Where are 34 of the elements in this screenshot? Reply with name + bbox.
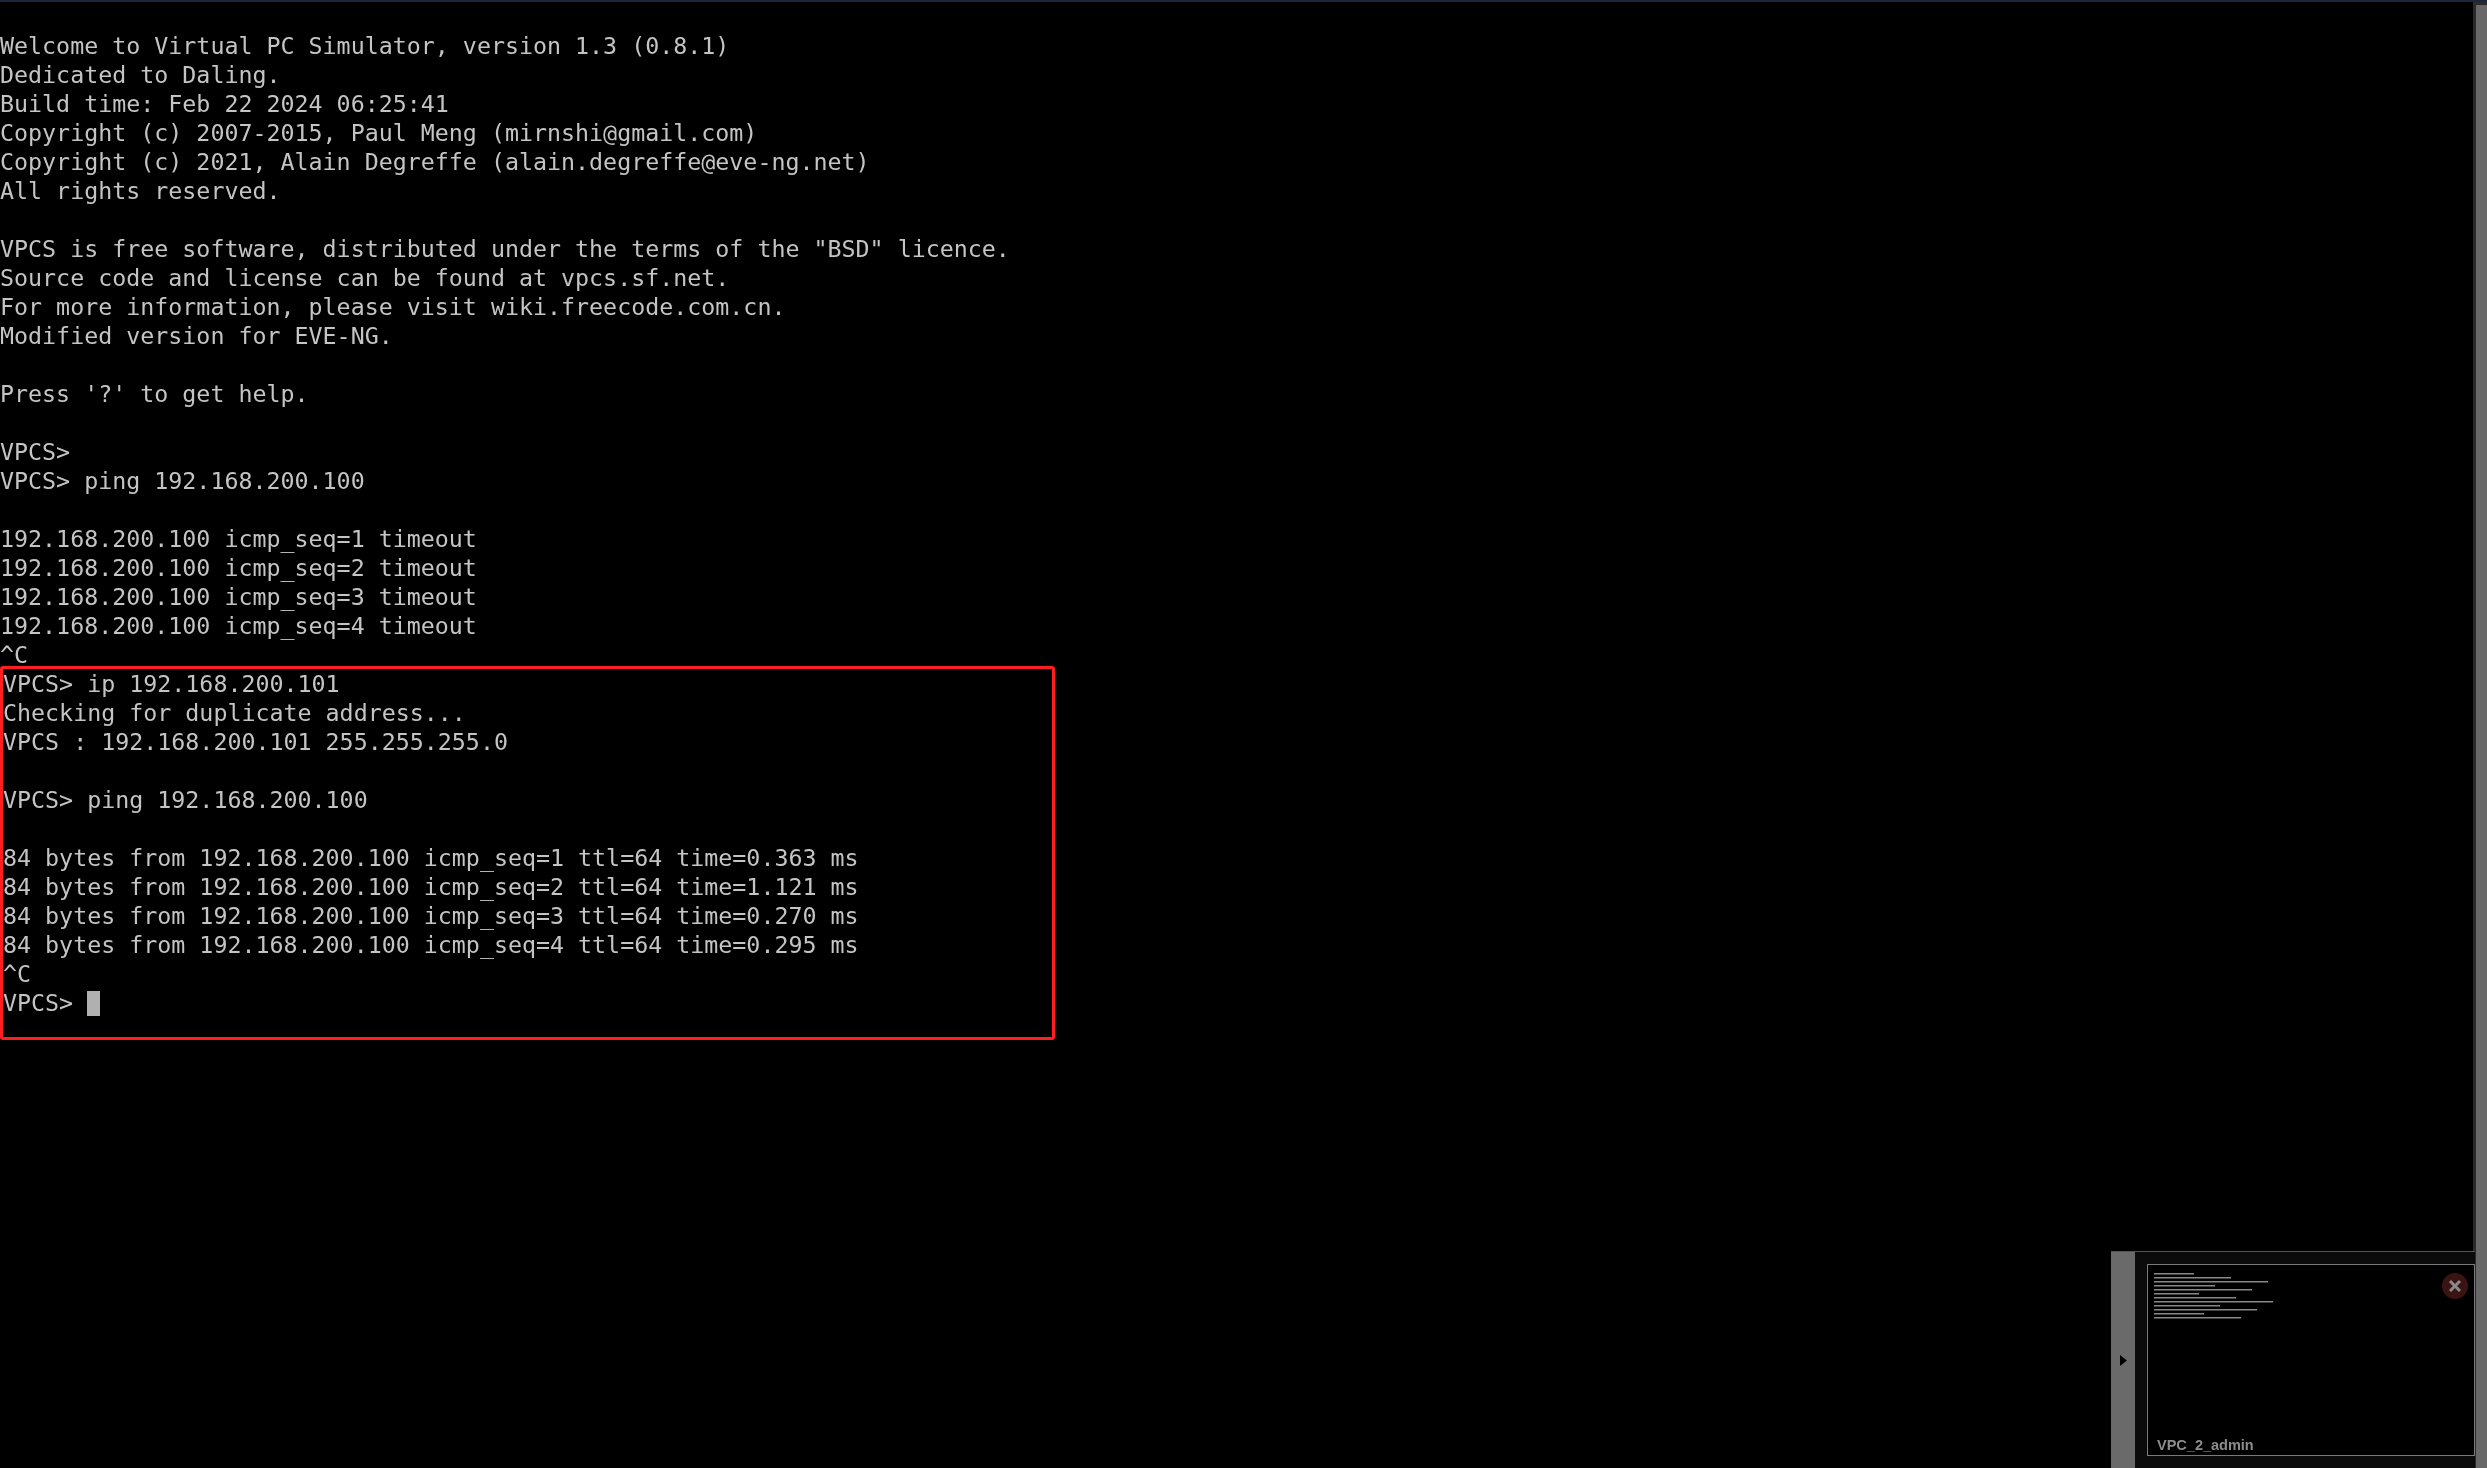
panel-toggle[interactable] xyxy=(2111,1252,2135,1468)
terminal-line: ^C xyxy=(0,640,30,669)
terminal-line: VPCS> xyxy=(3,989,75,1016)
terminal-line: 84 bytes from 192.168.200.100 icmp_seq=2 ttl=64 time=1.121 ms xyxy=(3,872,860,901)
terminal-line: VPCS> ip 192.168.200.101 xyxy=(3,669,341,698)
terminal-line: Welcome to Virtual PC Simulator, version 1.3 (0.8.1) xyxy=(0,31,731,60)
terminal-line: 192.168.200.100 icmp_seq=1 timeout xyxy=(0,524,478,553)
terminal-line: Source code and license can be found at vpcs.sf.net. xyxy=(0,263,731,292)
terminal-line: VPCS> xyxy=(0,437,72,466)
scrollbar[interactable] xyxy=(2473,2,2487,1468)
terminal-line: 192.168.200.100 icmp_seq=2 timeout xyxy=(0,553,478,582)
terminal-line: All rights reserved. xyxy=(0,176,282,205)
terminal-line: 84 bytes from 192.168.200.100 icmp_seq=1 ttl=64 time=0.363 ms xyxy=(3,843,860,872)
terminal-line: Copyright (c) 2007-2015, Paul Meng (mirnshi@gmail.com) xyxy=(0,118,759,147)
terminal-line: 84 bytes from 192.168.200.100 icmp_seq=3 ttl=64 time=0.270 ms xyxy=(3,901,860,930)
terminal-line: VPCS> ping 192.168.200.100 xyxy=(3,785,369,814)
terminal-line: Copyright (c) 2021, Alain Degreffe (alain.degreffe@eve-ng.net) xyxy=(0,147,871,176)
terminal-line: ^C xyxy=(3,959,33,988)
terminal-line: 192.168.200.100 icmp_seq=4 timeout xyxy=(0,611,478,640)
terminal-line: Modified version for EVE-NG. xyxy=(0,321,394,350)
terminal-line: VPCS is free software, distributed under the terms of the "BSD" licence. xyxy=(0,234,1011,263)
terminal-line: Build time: Feb 22 2024 06:25:41 xyxy=(0,89,450,118)
thumbnail-label: VPC_2_admin xyxy=(2157,1437,2254,1453)
terminal-line: 192.168.200.100 icmp_seq=3 timeout xyxy=(0,582,478,611)
terminal-line: VPCS> ping 192.168.200.100 xyxy=(0,466,366,495)
terminal-line: For more information, please visit wiki.freecode.com.cn. xyxy=(0,292,787,321)
terminal-line: Checking for duplicate address... xyxy=(3,698,467,727)
window-thumbnail[interactable]: VPC_2_admin xyxy=(2147,1264,2475,1456)
terminal-line: 84 bytes from 192.168.200.100 icmp_seq=4 ttl=64 time=0.295 ms xyxy=(3,930,860,959)
triangle-right-icon xyxy=(2119,1354,2127,1366)
terminal-line: VPCS : 192.168.200.101 255.255.255.0 xyxy=(3,727,509,756)
terminal-line: Dedicated to Daling. xyxy=(0,60,282,89)
terminal-line: Press '?' to get help. xyxy=(0,379,310,408)
close-icon[interactable] xyxy=(2442,1273,2468,1299)
